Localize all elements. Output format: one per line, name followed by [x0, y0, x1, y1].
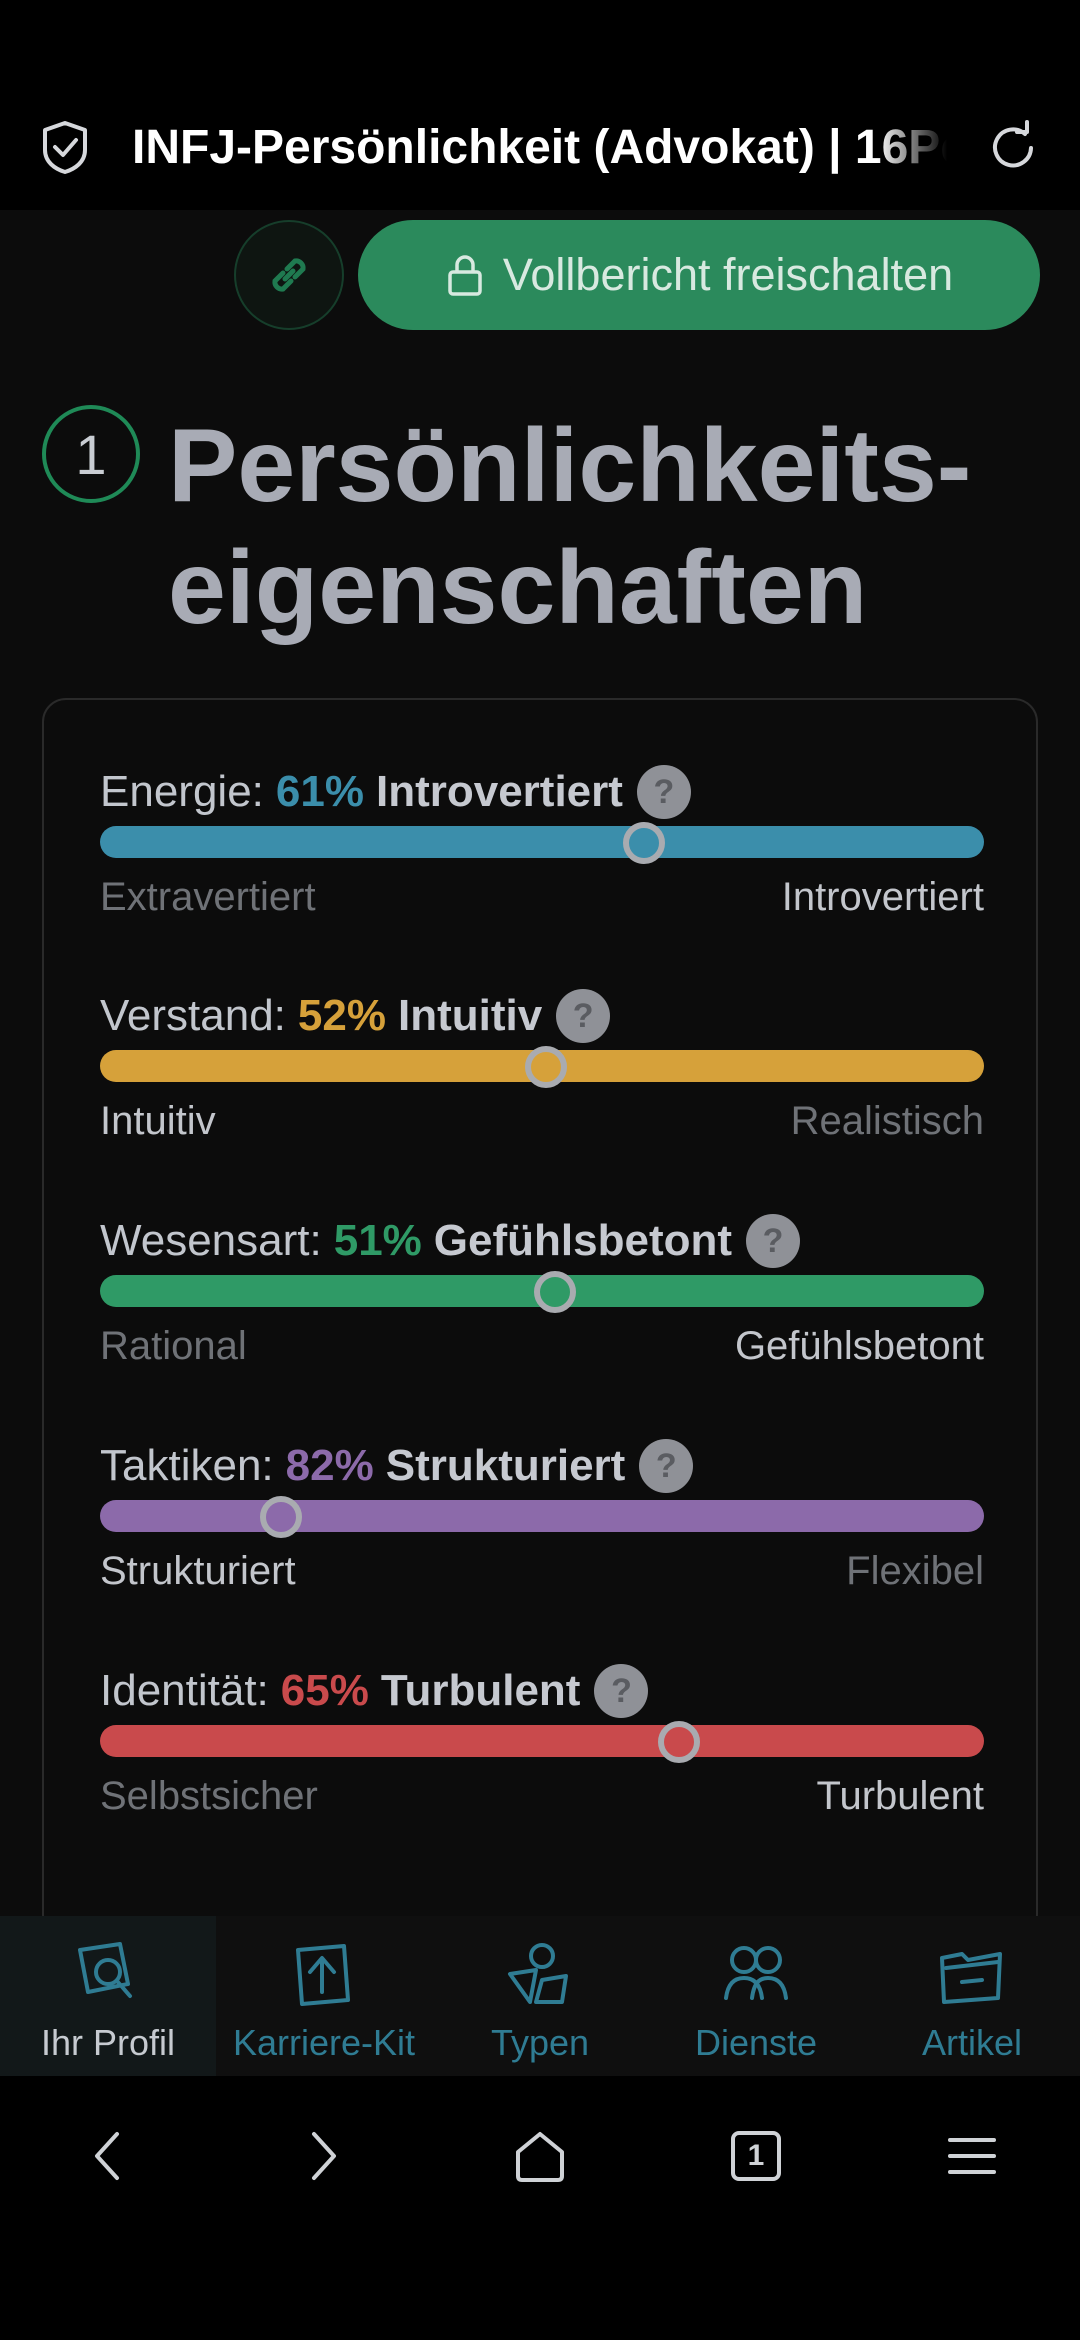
people-icon — [724, 1946, 788, 2000]
forward-button[interactable] — [274, 2106, 374, 2206]
page-content: Vollbericht freischalten 1 Persönlichkei… — [0, 210, 1080, 1916]
trait-name: Strukturiert — [385, 1441, 626, 1490]
shield-check-icon[interactable] — [40, 120, 90, 174]
trait-slider-knob — [658, 1721, 701, 1763]
trait-percent: 52% — [297, 991, 386, 1040]
trait-heading: Taktiken: 82% Strukturiert ? — [100, 1436, 694, 1496]
trait-right-label: Introvertiert — [781, 875, 984, 919]
folder-icon — [940, 1952, 1002, 2004]
trait-percent: 82% — [285, 1441, 374, 1490]
trait-bar — [100, 1500, 984, 1532]
home-icon — [516, 2132, 564, 2182]
trait-left-label: Rational — [100, 1324, 247, 1368]
menu-icon — [948, 2138, 996, 2174]
trait-slider-knob — [622, 822, 665, 864]
trait-percent: 51% — [333, 1216, 422, 1265]
tab-label: Karriere-Kit — [232, 2022, 416, 2063]
trait-label: Identität: — [100, 1666, 269, 1715]
trait-bar — [100, 1725, 984, 1757]
trait-left-label: Strukturiert — [100, 1549, 296, 1593]
trait-identitaet: Identität: 65% Turbulent ? Selbstsicher … — [100, 1661, 984, 1861]
trait-right-label: Gefühlsbetont — [734, 1324, 984, 1368]
help-icon[interactable]: ? — [639, 1439, 694, 1493]
back-button[interactable] — [57, 2106, 157, 2206]
trait-name: Introvertiert — [375, 767, 623, 816]
status-bar — [0, 0, 1080, 80]
trait-left-label: Extravertiert — [100, 875, 316, 919]
link-icon — [272, 258, 306, 292]
tab-label: Dienste — [694, 2022, 818, 2063]
unlock-full-report-button[interactable]: Vollbericht freischalten — [358, 220, 1040, 330]
trait-name: Intuitiv — [397, 991, 543, 1040]
unlock-label: Vollbericht freischalten — [502, 249, 954, 300]
section-title-line2: eigenschaften — [168, 530, 868, 646]
trait-label: Energie: — [100, 767, 264, 816]
trait-percent: 61% — [275, 767, 364, 816]
section-number: 1 — [42, 405, 140, 503]
trait-left-label: Selbstsicher — [100, 1774, 318, 1818]
tab-label: Typen — [490, 2022, 590, 2063]
trait-heading: Energie: 61% Introvertiert ? — [100, 762, 691, 822]
trait-left-label: Intuitiv — [100, 1099, 216, 1143]
chevron-left-icon — [95, 2132, 119, 2180]
tab-label: Artikel — [921, 2022, 1023, 2063]
trait-slider-knob — [534, 1271, 577, 1313]
help-icon[interactable]: ? — [594, 1664, 649, 1718]
tab-dienste[interactable]: Dienste — [648, 1916, 864, 2076]
trait-slider-knob — [260, 1496, 303, 1538]
career-upload-icon — [296, 1944, 350, 2006]
bottom-tab-bar: Ihr Profil Karriere-Kit Typen Dienste Ar… — [0, 1916, 1080, 2076]
chevron-right-icon — [312, 2132, 336, 2180]
profile-search-icon — [78, 1942, 132, 1998]
trait-wesensart: Wesensart: 51% Gefühlsbetont ? Rational … — [100, 1211, 984, 1411]
reload-icon[interactable] — [985, 120, 1041, 176]
copy-link-button[interactable] — [234, 220, 344, 330]
trait-label: Taktiken: — [100, 1441, 274, 1490]
trait-verstand: Verstand: 52% Intuitiv ? Intuitiv Realis… — [100, 986, 984, 1186]
menu-button[interactable] — [922, 2106, 1022, 2206]
system-navigation-bar: 1 — [0, 2076, 1080, 2340]
lock-icon — [448, 255, 482, 296]
trait-right-label: Flexibel — [846, 1549, 984, 1593]
page-title[interactable]: INFJ-Persönlichkeit (Advokat) | 16Person… — [132, 118, 947, 178]
trait-name: Turbulent — [380, 1666, 581, 1715]
help-icon[interactable]: ? — [636, 765, 691, 819]
section-title: Persönlichkeits- eigenschaften — [168, 405, 1048, 649]
home-button[interactable] — [490, 2106, 590, 2206]
help-icon[interactable]: ? — [746, 1214, 800, 1268]
tab-label: Ihr Profil — [40, 2022, 176, 2063]
shapes-icon — [508, 1943, 568, 2004]
section-title-line1: Persönlichkeits- — [168, 408, 972, 524]
trait-label: Verstand: — [100, 991, 286, 1040]
trait-heading: Wesensart: 51% Gefühlsbetont ? — [100, 1211, 800, 1271]
trait-label: Wesensart: — [100, 1216, 322, 1265]
trait-percent: 65% — [280, 1666, 369, 1715]
trait-bar — [100, 826, 984, 858]
tabs-button[interactable]: 1 — [706, 2106, 806, 2206]
tabs-count: 1 — [731, 2131, 781, 2181]
help-icon[interactable]: ? — [556, 989, 611, 1043]
trait-name: Gefühlsbetont — [433, 1216, 732, 1265]
trait-heading: Identität: 65% Turbulent ? — [100, 1661, 649, 1721]
trait-right-label: Turbulent — [816, 1774, 985, 1818]
trait-heading: Verstand: 52% Intuitiv ? — [100, 986, 611, 1046]
tab-karriere-kit[interactable]: Karriere-Kit — [216, 1916, 432, 2076]
tab-typen[interactable]: Typen — [432, 1916, 648, 2076]
trait-taktiken: Taktiken: 82% Strukturiert ? Strukturier… — [100, 1436, 984, 1636]
traits-card: Energie: 61% Introvertiert ? Extravertie… — [42, 698, 1038, 1916]
browser-url-bar: INFJ-Persönlichkeit (Advokat) | 16Person… — [0, 80, 1080, 210]
trait-right-label: Realistisch — [790, 1099, 984, 1143]
tab-artikel[interactable]: Artikel — [864, 1916, 1080, 2076]
trait-energie: Energie: 61% Introvertiert ? Extravertie… — [100, 762, 984, 962]
tab-ihr-profil[interactable]: Ihr Profil — [0, 1916, 216, 2076]
